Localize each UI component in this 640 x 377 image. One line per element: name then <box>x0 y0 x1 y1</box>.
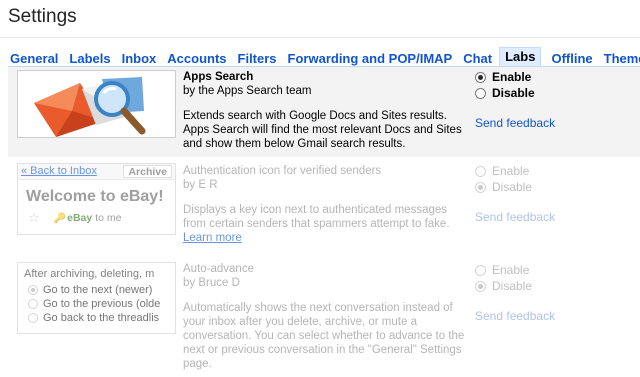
auto-advance-info: Auto-advance by Bruce D Automatically sh… <box>183 262 473 371</box>
enable-option[interactable]: Enable <box>475 163 615 179</box>
lab-author: by Bruce D <box>183 277 240 289</box>
thumbnail-sender-row: ☆ 🔑 eBay to me <box>18 206 175 226</box>
back-to-inbox-link: « Back to Inbox <box>21 165 97 177</box>
tab-offline[interactable]: Offline <box>551 51 592 66</box>
send-feedback-link[interactable]: Send feedback <box>475 115 615 131</box>
authentication-info: Authentication icon for verified senders… <box>183 164 473 245</box>
lab-description: Automatically shows the next conversatio… <box>183 302 465 370</box>
tab-accounts[interactable]: Accounts <box>167 51 226 66</box>
enable-radio[interactable] <box>475 71 486 83</box>
disable-radio[interactable] <box>475 87 486 99</box>
apps-search-info: Apps Search by the Apps Search team Exte… <box>183 70 473 151</box>
lab-auto-advance: After archiving, deleting, m Go to the n… <box>8 260 640 377</box>
enable-radio[interactable] <box>475 264 486 276</box>
enable-label: Enable <box>492 164 530 178</box>
thumbnail-option-label: Go to the next (newer) <box>43 284 153 296</box>
authentication-thumbnail: « Back to Inbox Archive Welcome to eBay!… <box>17 163 176 235</box>
tab-labs[interactable]: Labs <box>499 47 542 66</box>
thumbnail-sender: eBay <box>67 212 93 224</box>
tab-themes[interactable]: Themes <box>604 51 640 66</box>
lab-author: by the Apps Search team <box>183 85 312 97</box>
enable-label: Enable <box>492 70 532 84</box>
tab-inbox[interactable]: Inbox <box>122 51 157 66</box>
lab-description-text: Displays a key icon next to authenticate… <box>183 204 450 230</box>
apps-search-options: Enable Disable Send feedback <box>475 69 615 131</box>
thumbnail-option-previous: Go to the previous (olde <box>18 297 175 311</box>
thumbnail-option-threadlist: Go back to the threadlis <box>18 311 175 325</box>
tab-chat[interactable]: Chat <box>463 51 492 66</box>
enable-label: Enable <box>492 263 530 277</box>
disable-option[interactable]: Disable <box>475 278 615 294</box>
enable-option[interactable]: Enable <box>475 69 615 85</box>
learn-more-link[interactable]: Learn more <box>183 232 242 244</box>
lab-name: Auto-advance <box>183 263 254 275</box>
disable-label: Disable <box>492 180 533 194</box>
authentication-options: Enable Disable Send feedback <box>475 163 615 225</box>
lab-name: Authentication icon for verified senders <box>183 165 382 177</box>
star-icon: ☆ <box>28 210 40 225</box>
lab-description: Displays a key icon next to authenticate… <box>183 203 473 245</box>
apps-search-thumbnail <box>17 70 176 138</box>
lab-description: Extends search with Google Docs and Site… <box>183 110 462 150</box>
send-feedback-link[interactable]: Send feedback <box>475 308 615 324</box>
key-icon: 🔑 <box>53 212 67 224</box>
lab-authentication-icon: « Back to Inbox Archive Welcome to eBay!… <box>8 163 640 253</box>
enable-radio[interactable] <box>475 165 486 177</box>
thumbnail-option-next: Go to the next (newer) <box>18 283 175 297</box>
send-feedback-link[interactable]: Send feedback <box>475 209 615 225</box>
envelope-magnifier-icon <box>18 71 175 137</box>
lab-author: by E R <box>183 179 218 191</box>
disable-label: Disable <box>492 86 535 100</box>
thumbnail-option-label: Go back to the threadlis <box>43 312 160 324</box>
settings-tabs: General Labels Inbox Accounts Filters Fo… <box>10 47 640 66</box>
disable-option[interactable]: Disable <box>475 179 615 195</box>
disable-label: Disable <box>492 279 533 293</box>
lab-apps-search: Apps Search by the Apps Search team Exte… <box>8 67 640 157</box>
tab-filters[interactable]: Filters <box>238 51 277 66</box>
thumbnail-radio <box>28 313 38 323</box>
thumbnail-toolbar: « Back to Inbox Archive <box>18 164 175 180</box>
enable-option[interactable]: Enable <box>475 262 615 278</box>
auto-advance-options: Enable Disable Send feedback <box>475 262 615 324</box>
thumbnail-radio <box>28 285 38 295</box>
archive-button: Archive <box>123 165 172 178</box>
thumbnail-subject: Welcome to eBay! <box>26 188 164 205</box>
thumbnail-recipient: to me <box>95 212 122 224</box>
title-divider <box>0 37 640 38</box>
tab-general[interactable]: General <box>10 51 58 66</box>
disable-radio[interactable] <box>475 280 486 292</box>
tab-forwarding-pop-imap[interactable]: Forwarding and POP/IMAP <box>288 51 453 66</box>
labs-list: Apps Search by the Apps Search team Exte… <box>8 66 640 377</box>
tab-labels[interactable]: Labels <box>69 51 110 66</box>
thumbnail-radio <box>28 299 38 309</box>
thumbnail-option-label: Go to the previous (olde <box>43 298 161 310</box>
lab-name: Apps Search <box>183 71 254 83</box>
disable-radio[interactable] <box>475 181 486 193</box>
disable-option[interactable]: Disable <box>475 85 615 101</box>
page-title: Settings <box>8 6 77 27</box>
thumbnail-heading: After archiving, deleting, m <box>24 268 155 280</box>
auto-advance-thumbnail: After archiving, deleting, m Go to the n… <box>17 262 176 334</box>
